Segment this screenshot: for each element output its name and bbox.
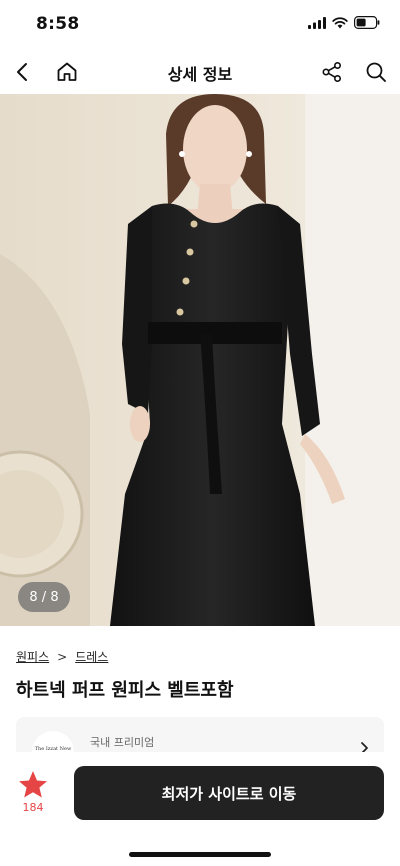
cta-label: 최저가 사이트로 이동 [161,784,297,803]
search-icon [366,62,386,82]
product-title: 하트넥 퍼프 원피스 벨트포함 [16,680,234,701]
favorite-count: 184 [22,801,44,814]
image-page-counter: 8 / 8 [18,582,70,612]
breadcrumb: 원피스 > 드레스 [16,648,108,665]
signal-icon [308,16,326,29]
breadcrumb-category-link[interactable]: 원피스 [16,648,49,665]
product-image-gallery[interactable]: 8 / 8 [0,94,400,626]
status-icons [308,16,380,29]
share-icon [322,61,342,83]
search-button[interactable] [362,58,390,86]
status-time: 8:58 [36,14,80,34]
bottom-action-bar: 184 최저가 사이트로 이동 [0,752,400,866]
product-photo [0,94,400,626]
star-icon [19,771,47,798]
home-indicator [129,852,271,857]
favorite-button[interactable]: 184 [14,770,52,820]
share-button[interactable] [318,58,346,86]
seller-label: 국내 프리미엄 [90,736,155,749]
battery-icon [354,16,380,29]
lowest-price-site-button[interactable]: 최저가 사이트로 이동 [74,766,384,820]
breadcrumb-separator: > [57,649,68,664]
status-bar: 8:58 [0,0,400,50]
wifi-icon [332,16,348,28]
nav-bar: 상세 정보 [0,50,400,94]
breadcrumb-subcategory-link[interactable]: 드레스 [75,648,108,665]
